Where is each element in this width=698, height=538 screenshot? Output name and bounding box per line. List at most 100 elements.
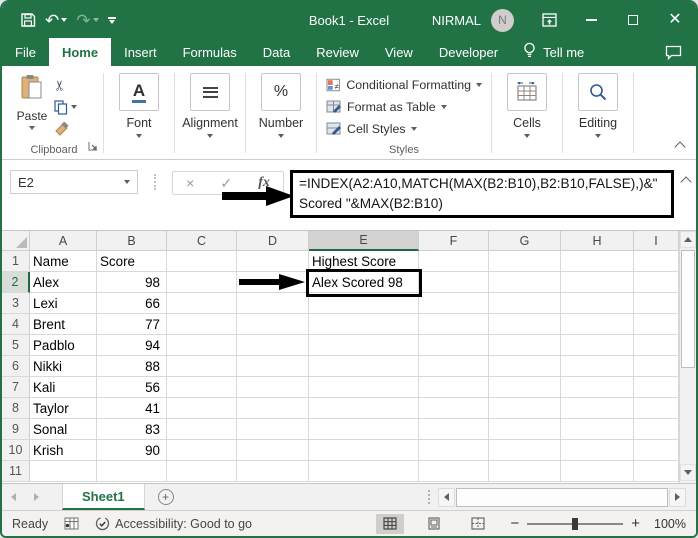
sheet-tab-sheet1[interactable]: Sheet1 <box>62 484 145 510</box>
cut-button[interactable]: ✂ <box>51 77 67 93</box>
page-break-view-icon[interactable] <box>464 514 492 534</box>
cell-f1[interactable] <box>419 251 489 272</box>
cell-h7[interactable] <box>561 377 634 398</box>
cell-a7[interactable]: Kali <box>30 377 97 398</box>
cell-d1[interactable] <box>237 251 309 272</box>
cell-d9[interactable] <box>237 419 309 440</box>
cell-b8[interactable]: 41 <box>97 398 167 419</box>
cell-d3[interactable] <box>237 293 309 314</box>
cell-c5[interactable] <box>167 335 237 356</box>
cell-e7[interactable] <box>309 377 419 398</box>
cell-a8[interactable]: Taylor <box>30 398 97 419</box>
cell-c11[interactable] <box>167 461 237 482</box>
cell-e1[interactable]: Highest Score <box>309 251 419 272</box>
cell-a6[interactable]: Nikki <box>30 356 97 377</box>
scroll-up-icon[interactable] <box>680 231 696 248</box>
cell-e2-active[interactable]: Alex Scored 98 <box>309 272 419 293</box>
cell-f10[interactable] <box>419 440 489 461</box>
cell-i7[interactable] <box>634 377 679 398</box>
cell-c6[interactable] <box>167 356 237 377</box>
cell-f11[interactable] <box>419 461 489 482</box>
copy-button[interactable] <box>54 99 77 115</box>
tab-insert[interactable]: Insert <box>111 38 170 66</box>
cell-b5[interactable]: 94 <box>97 335 167 356</box>
cell-b6[interactable]: 88 <box>97 356 167 377</box>
cell-b10[interactable]: 90 <box>97 440 167 461</box>
cell-a10[interactable]: Krish <box>30 440 97 461</box>
column-header-i[interactable]: I <box>634 231 679 251</box>
cell-h4[interactable] <box>561 314 634 335</box>
cell-e5[interactable] <box>309 335 419 356</box>
row-header-2[interactable]: 2 <box>2 272 30 293</box>
cell-c1[interactable] <box>167 251 237 272</box>
column-header-f[interactable]: F <box>419 231 489 251</box>
cell-e4[interactable] <box>309 314 419 335</box>
row-header-4[interactable]: 4 <box>2 314 30 335</box>
cell-e10[interactable] <box>309 440 419 461</box>
cell-i10[interactable] <box>634 440 679 461</box>
cell-g11[interactable] <box>489 461 561 482</box>
cell-e9[interactable] <box>309 419 419 440</box>
editing-dropdown-icon[interactable] <box>595 134 601 138</box>
minimize-button[interactable] <box>570 2 612 38</box>
cell-a1[interactable]: Name <box>30 251 97 272</box>
tab-developer[interactable]: Developer <box>426 38 511 66</box>
cell-d2[interactable] <box>237 272 309 293</box>
save-icon[interactable] <box>20 12 36 28</box>
alignment-dropdown-icon[interactable] <box>207 134 213 138</box>
row-header-6[interactable]: 6 <box>2 356 30 377</box>
cell-g4[interactable] <box>489 314 561 335</box>
cell-b7[interactable]: 56 <box>97 377 167 398</box>
cell-b3[interactable]: 66 <box>97 293 167 314</box>
column-header-h[interactable]: H <box>561 231 634 251</box>
cell-h11[interactable] <box>561 461 634 482</box>
cell-b9[interactable]: 83 <box>97 419 167 440</box>
horizontal-scroll-thumb[interactable] <box>456 487 668 507</box>
tab-review[interactable]: Review <box>303 38 372 66</box>
column-header-d[interactable]: D <box>237 231 309 251</box>
cell-d5[interactable] <box>237 335 309 356</box>
cell-g1[interactable] <box>489 251 561 272</box>
cell-a11[interactable] <box>30 461 97 482</box>
column-header-b[interactable]: B <box>97 231 167 251</box>
format-painter-button[interactable] <box>54 121 69 137</box>
cell-h6[interactable] <box>561 356 634 377</box>
cell-h1[interactable] <box>561 251 634 272</box>
number-group[interactable]: % Number <box>249 69 313 159</box>
row-header-5[interactable]: 5 <box>2 335 30 356</box>
comments-icon[interactable] <box>665 38 682 66</box>
cell-b4[interactable]: 77 <box>97 314 167 335</box>
conditional-formatting-button[interactable]: ≠ Conditional Formatting <box>326 74 482 96</box>
column-header-e[interactable]: E <box>309 231 419 251</box>
cells-dropdown-icon[interactable] <box>524 134 530 138</box>
cancel-icon[interactable]: × <box>186 175 194 191</box>
paste-dropdown-icon[interactable] <box>29 126 35 130</box>
previous-sheet-icon[interactable] <box>2 484 25 510</box>
row-header-10[interactable]: 10 <box>2 440 30 461</box>
zoom-slider-thumb[interactable] <box>572 517 579 530</box>
cell-g5[interactable] <box>489 335 561 356</box>
cell-f9[interactable] <box>419 419 489 440</box>
zoom-level[interactable]: 100% <box>648 517 686 531</box>
cell-c8[interactable] <box>167 398 237 419</box>
cell-b11[interactable] <box>97 461 167 482</box>
cell-f8[interactable] <box>419 398 489 419</box>
cell-f5[interactable] <box>419 335 489 356</box>
tab-view[interactable]: View <box>372 38 426 66</box>
cell-g7[interactable] <box>489 377 561 398</box>
format-as-table-button[interactable]: Format as Table <box>326 96 482 118</box>
cell-b1[interactable]: Score <box>97 251 167 272</box>
cell-d7[interactable] <box>237 377 309 398</box>
scroll-left-icon[interactable] <box>438 487 455 507</box>
close-button[interactable]: ✕ <box>654 2 696 38</box>
cell-e6[interactable] <box>309 356 419 377</box>
name-box-dropdown-icon[interactable] <box>124 180 130 184</box>
cell-g2[interactable] <box>489 272 561 293</box>
tab-formulas[interactable]: Formulas <box>170 38 250 66</box>
cell-a5[interactable]: Padblo <box>30 335 97 356</box>
number-dropdown-icon[interactable] <box>278 134 284 138</box>
account-name[interactable]: NIRMAL <box>432 13 481 28</box>
cell-i8[interactable] <box>634 398 679 419</box>
cell-g8[interactable] <box>489 398 561 419</box>
zoom-in-icon[interactable]: + <box>631 516 640 531</box>
